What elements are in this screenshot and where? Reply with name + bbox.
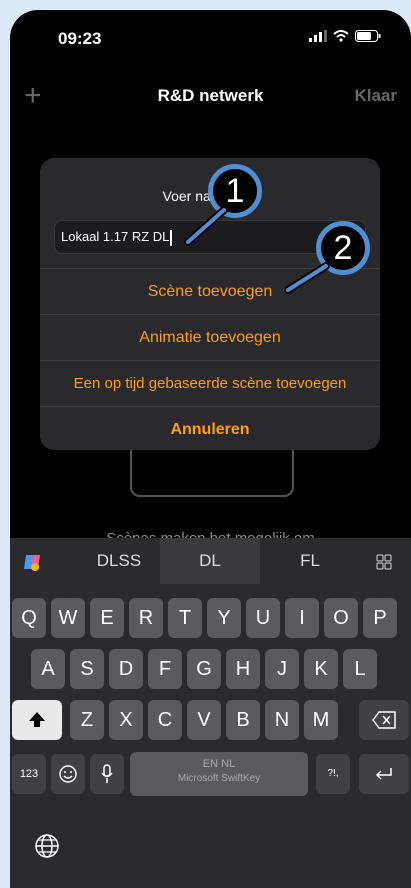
key-h[interactable]: H [226,649,260,689]
key-n[interactable]: N [265,700,299,740]
page-title: R&D netwerk [157,86,264,105]
nav-bar: + R&D netwerk Klaar [10,74,411,118]
key-e[interactable]: E [90,598,124,638]
shift-key[interactable] [12,700,62,740]
emoji-key[interactable] [51,754,85,794]
key-x[interactable]: X [109,700,143,740]
key-l[interactable]: L [343,649,377,689]
backspace-key[interactable] [359,700,409,740]
space-key[interactable]: EN NL Microsoft SwiftKey [130,752,308,796]
key-m[interactable]: M [304,700,338,740]
shift-icon [29,712,45,727]
key-j[interactable]: J [265,649,299,689]
grid-menu-icon[interactable] [376,554,392,570]
emoji-icon [59,765,77,783]
suggestion-bar: DLSS DL FL [10,538,411,584]
suggestion-item[interactable]: FL [270,538,350,584]
key-t[interactable]: T [168,598,202,638]
status-icons [309,30,381,42]
text-caret [170,229,173,246]
key-f[interactable]: F [148,649,182,689]
add-timed-scene-button[interactable]: Een op tijd gebaseerde scène toevoegen [40,360,380,407]
signal-icon [309,30,327,42]
suggestion-item[interactable]: DL [160,538,260,584]
return-key[interactable] [359,754,409,794]
cancel-button[interactable]: Annuleren [40,406,380,450]
key-i[interactable]: I [285,598,319,638]
annotation-marker-2: 2 [316,221,370,275]
key-b[interactable]: B [226,700,260,740]
status-time: 09:23 [58,29,102,48]
scene-name-value: Lokaal 1.17 RZ DL [61,229,170,244]
microphone-key[interactable] [90,754,124,794]
key-u[interactable]: U [246,598,280,638]
key-v[interactable]: V [187,700,221,740]
numbers-key[interactable]: 123 [12,754,46,794]
punctuation-key[interactable]: ?!, [316,754,350,794]
globe-icon[interactable] [34,833,60,859]
key-p[interactable]: P [363,598,397,638]
key-d[interactable]: D [109,649,143,689]
key-k[interactable]: K [304,649,338,689]
key-z[interactable]: Z [70,700,104,740]
keyboard: DLSS DL FL Q W E R T Y U I O P A S D F G… [10,538,411,888]
suggestion-item[interactable]: DLSS [74,538,164,584]
add-scene-button[interactable]: Scène toevoegen [40,268,380,315]
space-language-label: EN NL [202,758,236,770]
copilot-icon[interactable] [22,552,42,572]
space-brand-label: Microsoft SwiftKey [177,773,261,784]
annotation-marker-1: 1 [208,164,262,218]
add-animation-button[interactable]: Animatie toevoegen [40,314,380,361]
key-q[interactable]: Q [12,598,46,638]
battery-icon [355,30,381,42]
done-button[interactable]: Klaar [354,74,397,118]
key-y[interactable]: Y [207,598,241,638]
backspace-icon [372,711,396,729]
phone-screen: 09:23 + R&D netwerk Klaar Scènes maken h… [10,10,411,888]
status-bar: 09:23 [10,10,411,70]
key-g[interactable]: G [187,649,221,689]
key-s[interactable]: S [70,649,104,689]
return-icon [375,768,392,780]
key-w[interactable]: W [51,598,85,638]
wifi-icon [333,30,349,42]
key-r[interactable]: R [129,598,163,638]
key-a[interactable]: A [31,649,65,689]
microphone-icon [101,764,113,783]
key-o[interactable]: O [324,598,358,638]
key-c[interactable]: C [148,700,182,740]
